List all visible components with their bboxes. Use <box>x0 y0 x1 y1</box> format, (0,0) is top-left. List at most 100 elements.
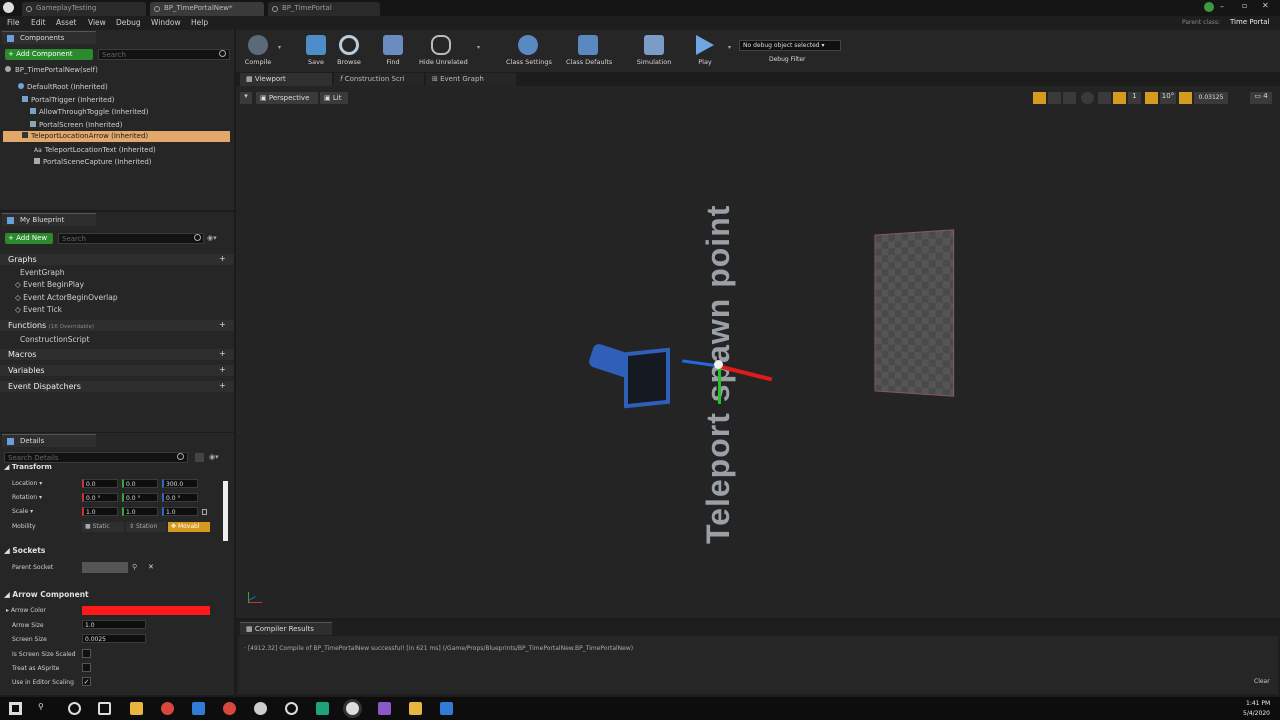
cortana-icon[interactable] <box>68 702 81 715</box>
scene-capture-camera[interactable] <box>586 342 672 409</box>
component-item[interactable]: Aa TeleportLocationText (Inherited) <box>34 146 156 154</box>
rotate-tool-icon[interactable] <box>1048 92 1061 104</box>
transform-header[interactable]: ◢ Transform <box>4 463 52 471</box>
add-component-button[interactable]: + Add Component <box>5 49 93 60</box>
details-tab[interactable]: Details <box>2 434 96 447</box>
app-icon[interactable] <box>440 702 453 715</box>
rotation-y-field[interactable]: 0.0 ° <box>122 493 158 502</box>
eye-icon[interactable]: ◉▾ <box>209 453 219 461</box>
clock-date[interactable]: 5/4/2020 <box>1243 710 1270 717</box>
component-item[interactable]: DefaultRoot (Inherited) <box>18 83 108 91</box>
debug-object-select[interactable]: No debug object selected ▾ <box>739 40 841 51</box>
tab-viewport[interactable]: ▦ Viewport <box>240 73 332 86</box>
macros-header[interactable]: Macros <box>8 350 36 359</box>
scale-y-field[interactable]: 1.0 <box>122 507 158 516</box>
scale-snap-value[interactable]: 0.03125 <box>1194 92 1228 104</box>
rotation-snap-icon[interactable] <box>1145 92 1158 104</box>
viewport-options-button[interactable]: ▾ <box>240 92 252 104</box>
add-variable-icon[interactable]: + <box>219 365 226 374</box>
unreal-engine-icon[interactable] <box>346 702 359 715</box>
transform-gizmo[interactable] <box>676 340 786 420</box>
viewport[interactable]: ▾ ▣ Perspective ▣ Lit 1 10° 0.03125 ▭ 4 … <box>236 86 1280 618</box>
add-dispatcher-icon[interactable]: + <box>219 381 226 390</box>
event-dispatchers-header[interactable]: Event Dispatchers <box>8 382 81 391</box>
details-scrollbar[interactable] <box>223 481 228 541</box>
components-tab[interactable]: Components <box>2 31 96 44</box>
variables-header[interactable]: Variables <box>8 366 45 375</box>
graphs-header[interactable]: Graphs <box>8 255 37 264</box>
clock-time[interactable]: 1:41 PM <box>1246 700 1270 707</box>
search-icon[interactable]: ⚲ <box>38 702 51 715</box>
play-button[interactable]: Play <box>683 32 727 72</box>
menu-window[interactable]: Window <box>151 18 181 27</box>
menu-edit[interactable]: Edit <box>31 18 46 27</box>
source-control-icon[interactable] <box>1204 2 1214 12</box>
menu-help[interactable]: Help <box>191 18 208 27</box>
perspective-button[interactable]: ▣ Perspective <box>256 92 318 104</box>
search-icon[interactable]: ⚲ <box>132 563 137 571</box>
file-explorer-icon[interactable] <box>130 702 143 715</box>
grid-snap-icon[interactable] <box>1113 92 1126 104</box>
chrome-icon[interactable] <box>161 702 174 715</box>
menu-debug[interactable]: Debug <box>116 18 141 27</box>
class-settings-button[interactable]: Class Settings <box>506 32 552 72</box>
treat-as-asprite-checkbox[interactable] <box>82 663 91 672</box>
component-item[interactable]: AllowThroughToggle (Inherited) <box>30 108 148 116</box>
rotation-x-field[interactable]: 0.0 ° <box>82 493 118 502</box>
component-item[interactable]: PortalSceneCapture (Inherited) <box>34 158 152 166</box>
add-graph-icon[interactable]: + <box>219 254 226 263</box>
tab-bp-timeportalnew[interactable]: BP_TimePortalNew* <box>150 2 264 16</box>
maximize-button[interactable]: ▫ <box>1242 1 1247 10</box>
tab-event-graph[interactable]: ⊞ Event Graph <box>426 73 516 86</box>
component-item-selected[interactable]: TeleportLocationArrow (Inherited) <box>22 132 148 140</box>
location-z-field[interactable]: 300.0 <box>162 479 198 488</box>
world-local-icon[interactable] <box>1081 92 1094 104</box>
details-search-input[interactable]: Search Details <box>4 452 188 463</box>
app-icon[interactable] <box>192 702 205 715</box>
compile-options-icon[interactable]: ▾ <box>278 44 281 51</box>
eye-icon[interactable]: ◉▾ <box>207 234 217 242</box>
grid-view-icon[interactable] <box>195 453 204 462</box>
clear-icon[interactable]: ✕ <box>148 563 154 571</box>
portal-screen-mesh[interactable] <box>874 229 955 397</box>
components-search-input[interactable]: Search <box>98 49 230 60</box>
mobility-stationary-button[interactable]: ⇕ Station <box>126 522 166 532</box>
tab-bp-timeportal[interactable]: BP_TimePortal <box>268 2 380 16</box>
app-icon[interactable] <box>223 702 236 715</box>
arrow-color-swatch[interactable] <box>82 606 210 615</box>
close-button[interactable]: ✕ <box>1262 1 1269 10</box>
my-blueprint-tab[interactable]: My Blueprint <box>2 213 96 226</box>
sockets-header[interactable]: ◢ Sockets <box>4 546 45 555</box>
is-screen-size-scaled-checkbox[interactable] <box>82 649 91 658</box>
grid-snap-value[interactable]: 1 <box>1128 92 1141 104</box>
browse-button[interactable]: Browse <box>327 32 371 72</box>
scale-label[interactable]: Scale ▾ <box>12 508 33 515</box>
location-x-field[interactable]: 0.0 <box>82 479 118 488</box>
parent-class-link[interactable]: Time Portal <box>1230 18 1269 26</box>
minimize-button[interactable]: – <box>1220 2 1224 11</box>
play-options-icon[interactable]: ▾ <box>728 44 731 51</box>
location-y-field[interactable]: 0.0 <box>122 479 158 488</box>
lock-scale-icon[interactable] <box>202 509 207 515</box>
rotation-snap-value[interactable]: 10° <box>1160 92 1176 104</box>
app-icon[interactable] <box>254 702 267 715</box>
windows-start-icon[interactable] <box>9 702 22 715</box>
camera-speed-button[interactable]: ▭ 4 <box>1250 92 1272 104</box>
functions-header[interactable]: Functions (16 Overridable) <box>8 321 94 330</box>
visual-studio-icon[interactable] <box>378 702 391 715</box>
event-item[interactable]: ◇ Event Tick <box>15 305 62 314</box>
surface-snap-icon[interactable] <box>1098 92 1111 104</box>
menu-view[interactable]: View <box>88 18 106 27</box>
hide-unrelated-button[interactable]: Hide Unrelated <box>419 32 468 72</box>
mobility-static-button[interactable]: ■ Static <box>82 522 124 532</box>
clear-button[interactable]: Clear <box>1254 678 1270 685</box>
tab-gameplaytesting[interactable]: GameplayTesting <box>22 2 146 16</box>
tab-construction-script[interactable]: f Construction Scri <box>334 73 424 86</box>
event-item[interactable]: ◇ Event ActorBeginOverlap <box>15 293 118 302</box>
find-button[interactable]: Find <box>371 32 415 72</box>
rotation-label[interactable]: Rotation ▾ <box>12 494 42 501</box>
scale-z-field[interactable]: 1.0 <box>162 507 198 516</box>
app-icon[interactable] <box>409 702 422 715</box>
menu-file[interactable]: File <box>7 18 20 27</box>
parent-socket-field[interactable] <box>82 562 128 573</box>
